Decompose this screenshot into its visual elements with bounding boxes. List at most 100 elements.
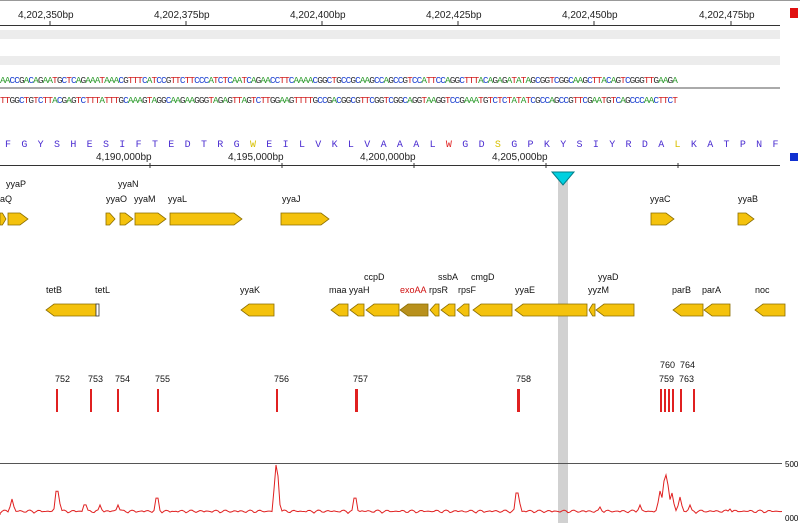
gene-arrow[interactable]: [440, 303, 456, 317]
feature-mark[interactable]: [90, 389, 92, 412]
protein-residue: E: [266, 140, 272, 151]
feature-mark[interactable]: [518, 389, 520, 412]
gene-track-top: yyaP yyaN aQ yyaO yyaM yyaL yyaJ yyaC yy…: [0, 179, 758, 226]
signal-line: [0, 464, 783, 515]
gene-arrow[interactable]: [399, 303, 429, 317]
track-band: [0, 56, 780, 65]
feature-mark[interactable]: [680, 389, 682, 412]
gene-arrow[interactable]: [119, 212, 134, 226]
protein-residue: S: [103, 140, 109, 151]
gene-arrow[interactable]: [330, 303, 349, 317]
gene-label-overlap: yyaN: [118, 179, 139, 189]
protein-residue: E: [168, 140, 174, 151]
gene-arrow[interactable]: [240, 303, 275, 317]
top-ruler-tick-label: 4,202,425bp: [426, 10, 482, 21]
gene-label-overlap: cmgD: [471, 272, 495, 282]
dna-reverse-strand: TTGGCTGTCTTACGAGTCTTTATTTGCAAAGTAGGCAAGA…: [0, 95, 678, 106]
protein-residue: L: [430, 140, 436, 151]
feature-label: 755: [155, 374, 170, 384]
protein-residue: T: [152, 140, 158, 151]
protein-residue: I: [593, 140, 599, 151]
gene-label: parB: [672, 285, 691, 295]
gene-arrow[interactable]: [703, 303, 731, 317]
gene-arrow[interactable]: [754, 303, 786, 317]
gene-arrow[interactable]: [349, 303, 365, 317]
protein-residue: V: [364, 140, 370, 151]
feature-mark[interactable]: [660, 389, 662, 412]
top-ruler-tick-label: 4,202,375bp: [154, 10, 210, 21]
gene-arrow[interactable]: [737, 212, 755, 226]
gene-arrow[interactable]: [650, 212, 675, 226]
protein-residue: S: [54, 140, 60, 151]
protein-residue: D: [185, 140, 191, 151]
track-marker-top[interactable]: [790, 8, 798, 18]
dna-forward-strand: AACCGACAGAATGCTCAGAAATAAACGTTTCATCCGTTCT…: [0, 75, 678, 86]
feature-mark[interactable]: [56, 389, 58, 412]
gene-arrow[interactable]: [280, 212, 330, 226]
gene-arrow[interactable]: [134, 212, 167, 226]
gene-label: yyaO: [106, 194, 127, 204]
feature-label: 754: [115, 374, 130, 384]
feature-mark[interactable]: [664, 389, 666, 412]
feature-mark[interactable]: [356, 389, 358, 412]
protein-residue: V: [315, 140, 321, 151]
gene-arrow[interactable]: [429, 303, 440, 317]
gene-label-selected: exoAA: [400, 285, 427, 295]
gene-label: rpsF: [458, 285, 477, 295]
protein-residue: R: [626, 140, 632, 151]
protein-residue: R: [217, 140, 223, 151]
gene-arrow[interactable]: [456, 303, 470, 317]
gene-label: yyaK: [240, 285, 260, 295]
gene-track-bottom: ccpD ssbA cmgD yyaD tetB tetL yyaK maa y…: [45, 272, 786, 317]
gene-arrow[interactable]: [514, 303, 588, 317]
protein-residue: S: [577, 140, 583, 151]
protein-residue: S: [495, 140, 501, 151]
gene-label: rpsR: [429, 285, 449, 295]
gene-label: maa: [329, 285, 347, 295]
protein-residue: Y: [609, 140, 615, 151]
genome-ruler-tick-label: 4,205,000bp: [492, 152, 548, 163]
protein-residue: F: [5, 140, 11, 151]
gene-arrow[interactable]: [365, 303, 400, 317]
gene-arrow[interactable]: [45, 303, 97, 317]
feature-mark[interactable]: [276, 389, 278, 412]
top-ruler: 4,202,350bp 4,202,375bp 4,202,400bp 4,20…: [18, 10, 755, 26]
gene-arrow[interactable]: [595, 303, 635, 317]
position-marker-icon[interactable]: [550, 171, 576, 186]
gene-label: yyaH: [349, 285, 370, 295]
feature-mark[interactable]: [117, 389, 119, 412]
gene-arrow[interactable]: [169, 212, 243, 226]
gene-arrow[interactable]: [0, 212, 7, 226]
track-marker-bottom[interactable]: [790, 153, 798, 161]
protein-residue: A: [707, 140, 713, 151]
protein-residue: H: [70, 140, 76, 151]
protein-residue: D: [642, 140, 648, 151]
protein-residue: K: [332, 140, 338, 151]
feature-mark[interactable]: [672, 389, 674, 412]
feature-mark[interactable]: [157, 389, 159, 412]
gene-arrow[interactable]: [588, 303, 596, 317]
signal-track: 500 000: [0, 460, 799, 523]
protein-residue: G: [21, 140, 27, 151]
protein-residue: A: [413, 140, 419, 151]
top-ruler-tick-label: 4,202,350bp: [18, 10, 74, 21]
genome-ruler-tick-label: 4,200,000bp: [360, 152, 416, 163]
gene-arrow[interactable]: [95, 303, 100, 317]
gene-arrow[interactable]: [7, 212, 29, 226]
protein-residue: A: [397, 140, 403, 151]
protein-residue: A: [381, 140, 387, 151]
gene-label-overlap: ssbA: [438, 272, 458, 282]
gene-label: aQ: [0, 194, 12, 204]
protein-residue: A: [658, 140, 664, 151]
gene-arrow[interactable]: [672, 303, 704, 317]
protein-residue: F: [136, 140, 142, 151]
gene-arrow[interactable]: [472, 303, 513, 317]
feature-label-overlap: 760: [660, 360, 675, 370]
gene-arrow[interactable]: [105, 212, 116, 226]
genome-browser-view[interactable]: 4,202,350bp 4,202,375bp 4,202,400bp 4,20…: [0, 0, 800, 523]
gene-label: yyaM: [134, 194, 156, 204]
signal-max-label: 500: [785, 460, 799, 469]
protein-residue: T: [201, 140, 207, 151]
feature-mark[interactable]: [668, 389, 670, 412]
feature-mark[interactable]: [693, 389, 695, 412]
